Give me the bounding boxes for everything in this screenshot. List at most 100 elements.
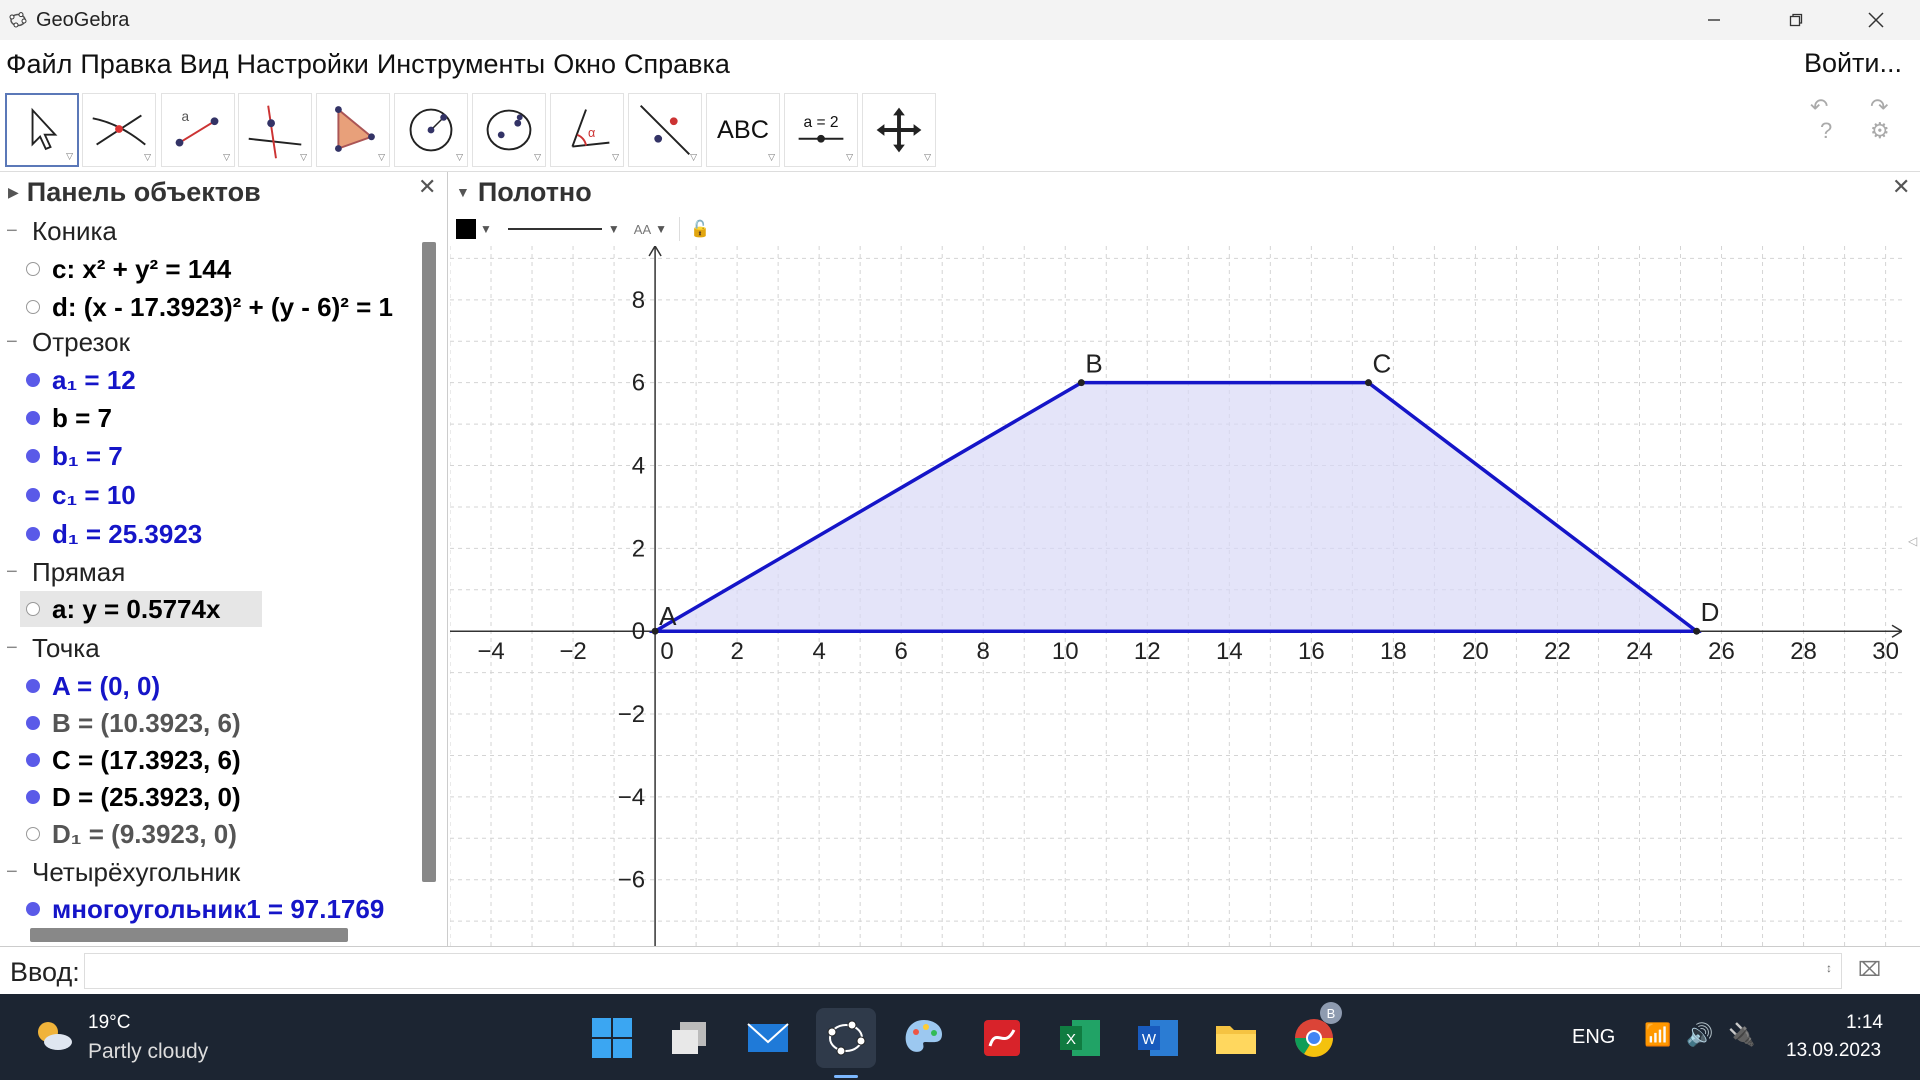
task-view-button[interactable] (660, 1008, 720, 1068)
visibility-toggle[interactable] (26, 527, 40, 541)
collapse-icon[interactable]: − (6, 861, 22, 884)
visibility-toggle[interactable] (26, 902, 40, 916)
close-panel-icon[interactable]: ✕ (418, 174, 436, 200)
visibility-toggle[interactable] (26, 716, 40, 730)
visibility-toggle[interactable] (26, 373, 40, 387)
clock-time[interactable]: 1:14 (1846, 1012, 1883, 1034)
volume-icon[interactable]: 🔊 (1686, 1022, 1713, 1048)
list-item[interactable]: C = (17.3923, 6) (0, 742, 241, 778)
lock-icon[interactable]: 🔓 (690, 219, 710, 239)
redo-icon[interactable]: ↷ (1870, 94, 1888, 120)
pdf-app-button[interactable] (972, 1008, 1032, 1068)
list-item[interactable]: d₁ = 25.3923 (0, 516, 202, 552)
collapse-side-icon[interactable]: ◁ (1908, 534, 1917, 548)
group-line[interactable]: − Прямая (0, 554, 125, 590)
list-item[interactable]: D₁ = (9.3923, 0) (0, 816, 237, 852)
expand-triangle-icon[interactable]: ▶ (8, 184, 19, 201)
slider-tool-button[interactable]: a = 2 ▽ (784, 93, 858, 167)
coordinate-plane[interactable]: −4 −2 2 4 6 8 10 12 14 16 18 20 22 24 26 28 3086420−2−4−… (450, 246, 1902, 946)
list-item[interactable]: A = (0, 0) (0, 668, 160, 704)
dropdown-arrow-icon[interactable]: ▼ (608, 222, 620, 236)
reflect-tool-button[interactable]: ▽ (628, 93, 702, 167)
undo-icon[interactable]: ↶ (1810, 94, 1828, 120)
visibility-toggle[interactable] (26, 602, 40, 616)
start-button[interactable] (582, 1008, 642, 1068)
maximize-button[interactable] (1756, 0, 1836, 40)
group-point[interactable]: − Точка (0, 630, 100, 666)
gear-icon[interactable]: ⚙ (1870, 118, 1890, 144)
keyboard-icon[interactable]: ⌧ (1858, 957, 1881, 982)
move-view-tool-button[interactable]: ▽ (862, 93, 936, 167)
menu-file[interactable]: Файл (2, 49, 76, 80)
text-size-icon[interactable]: AA (634, 222, 651, 237)
dropdown-arrow-icon[interactable]: ▼ (480, 222, 492, 236)
list-item[interactable]: многоугольник1 = 97.1769 (0, 891, 384, 927)
menu-tools[interactable]: Инструменты (373, 49, 549, 80)
close-graphics-icon[interactable]: ✕ (1892, 174, 1910, 200)
minimize-button[interactable] (1674, 0, 1754, 40)
dropdown-arrow-icon[interactable]: ▼ (655, 222, 667, 236)
list-item[interactable]: b₁ = 7 (0, 438, 123, 474)
input-history-icon[interactable]: ↕ (1826, 961, 1832, 975)
list-item[interactable]: a₁ = 12 (0, 362, 136, 398)
visibility-toggle[interactable] (26, 411, 40, 425)
scrollbar-thumb[interactable] (422, 242, 436, 882)
visibility-toggle[interactable] (26, 753, 40, 767)
graphics-view[interactable]: ▼ Полотно ✕ ▼ ▼ AA ▼ 🔓 −4 −2 2 4 6 8 10 12 14 16 1… (450, 172, 1920, 946)
visibility-toggle[interactable] (26, 790, 40, 804)
help-icon[interactable]: ? (1820, 118, 1832, 144)
paint-app-button[interactable] (894, 1008, 954, 1068)
visibility-toggle[interactable] (26, 449, 40, 463)
visibility-toggle[interactable] (26, 827, 40, 841)
collapse-icon[interactable]: − (6, 561, 22, 584)
visibility-toggle[interactable] (26, 679, 40, 693)
language-indicator[interactable]: ENG (1572, 1026, 1615, 1049)
list-item-selected[interactable]: a: y = 0.5774x (20, 591, 262, 627)
polygon-tool-button[interactable]: ▽ (316, 93, 390, 167)
collapse-icon[interactable]: − (6, 331, 22, 354)
move-tool-button[interactable]: ▽ (5, 93, 79, 167)
login-button[interactable]: Войти... (1804, 48, 1902, 79)
clock-date[interactable]: 13.09.2023 (1786, 1040, 1881, 1062)
point-b[interactable] (1077, 379, 1085, 387)
collapse-triangle-icon[interactable]: ▼ (456, 184, 470, 200)
word-app-button[interactable]: W (1128, 1008, 1188, 1068)
geogebra-app-button[interactable] (816, 1008, 876, 1078)
text-tool-button[interactable]: ABC ▽ (706, 93, 780, 167)
list-item[interactable]: d: (x - 17.3923)² + (y - 6)² = 1 (0, 289, 393, 325)
angle-tool-button[interactable]: α ▽ (550, 93, 624, 167)
vertical-scrollbar[interactable] (422, 242, 436, 882)
input-field[interactable] (84, 953, 1842, 989)
list-item[interactable]: B = (10.3923, 6) (0, 705, 241, 741)
visibility-toggle[interactable] (26, 488, 40, 502)
point-d[interactable] (1693, 627, 1701, 635)
point-a[interactable] (651, 627, 659, 635)
list-item[interactable]: c₁ = 10 (0, 477, 136, 513)
visibility-toggle[interactable] (26, 300, 40, 314)
chrome-app-button[interactable]: B (1284, 1002, 1344, 1068)
collapse-icon[interactable]: − (6, 220, 22, 243)
ellipse-tool-button[interactable]: ▽ (472, 93, 546, 167)
collapse-icon[interactable]: − (6, 637, 22, 660)
color-swatch[interactable] (456, 219, 476, 239)
menu-settings[interactable]: Настройки (232, 49, 372, 80)
menu-window[interactable]: Окно (549, 49, 620, 80)
perpendicular-tool-button[interactable]: ▽ (238, 93, 312, 167)
menu-view[interactable]: Вид (176, 49, 233, 80)
circle-tool-button[interactable]: ▽ (394, 93, 468, 167)
group-conic[interactable]: − Коника (0, 213, 117, 249)
visibility-toggle[interactable] (26, 262, 40, 276)
weather-widget[interactable] (30, 1012, 76, 1063)
close-window-button[interactable] (1836, 0, 1916, 40)
list-item[interactable]: b = 7 (0, 400, 112, 436)
menu-help[interactable]: Справка (620, 49, 734, 80)
group-segment[interactable]: − Отрезок (0, 324, 130, 360)
list-item[interactable]: c: x² + y² = 144 (0, 251, 231, 287)
list-item[interactable]: D = (25.3923, 0) (0, 779, 241, 815)
horizontal-scrollbar[interactable] (0, 924, 412, 944)
excel-app-button[interactable]: X (1050, 1008, 1110, 1068)
file-explorer-button[interactable] (1206, 1008, 1266, 1068)
line-style-swatch[interactable] (507, 228, 602, 230)
intersect-tool-button[interactable]: ▽ (82, 93, 156, 167)
menu-edit[interactable]: Правка (76, 49, 175, 80)
